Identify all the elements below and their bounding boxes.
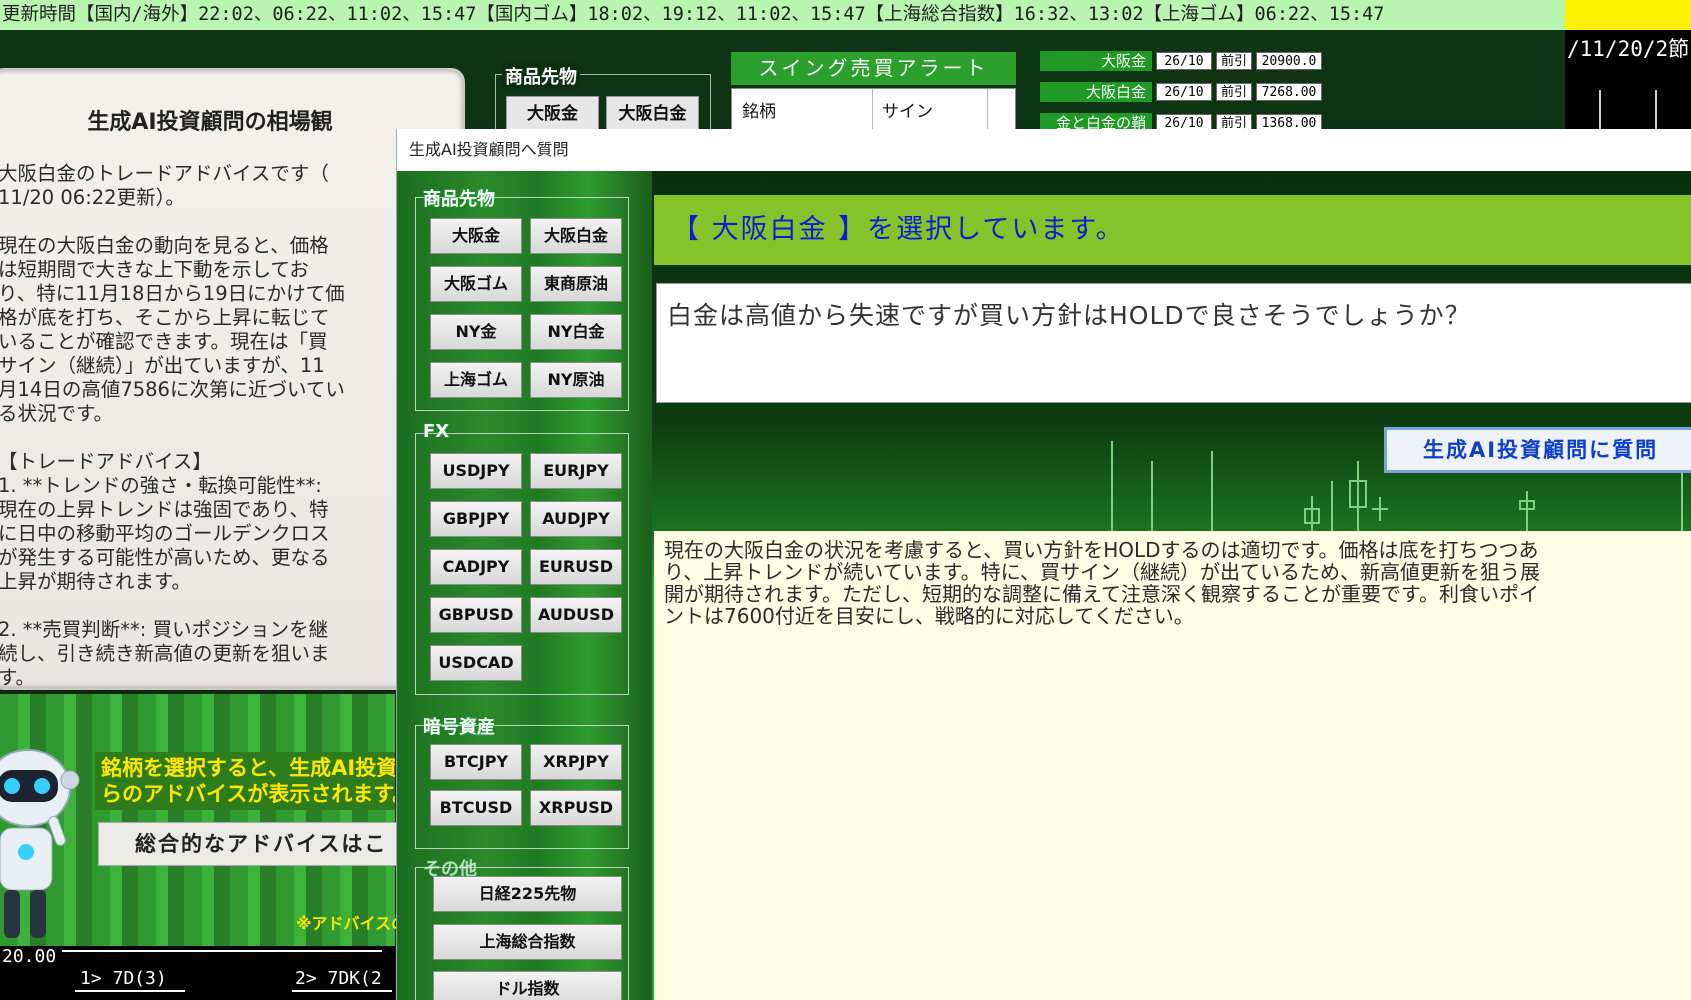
ask-ai-dialog: 生成AI投資顧問へ質問 商品先物 大阪金 大阪白金 大阪ゴム 東商原油 NY金 …: [396, 129, 1691, 1000]
button-audusd[interactable]: AUDUSD: [530, 597, 622, 633]
commodity-group-label: 商品先物: [423, 189, 495, 210]
selection-banner: 【 大阪白金 】を選択しています。: [654, 195, 1691, 265]
button-gbpjpy[interactable]: GBPJPY: [430, 501, 522, 537]
overall-advice-button[interactable]: 総合的なアドバイスはこ: [98, 822, 398, 866]
mini-chart-legend-1: 1> 7D(3): [80, 968, 167, 989]
ask-ai-button[interactable]: 生成AI投資顧問に質問: [1384, 427, 1691, 473]
background-button-osaka-platinum[interactable]: 大阪白金: [606, 96, 699, 130]
button-shanghai-composite[interactable]: 上海総合指数: [433, 924, 622, 960]
robot-mascot-icon: [0, 728, 85, 948]
instruction-message: 銘柄を選択すると、生成AI投資 らのアドバイスが表示されます。: [95, 752, 395, 810]
background-button-osaka-gold[interactable]: 大阪金: [506, 96, 599, 130]
swing-header-sign: サイン: [882, 102, 933, 122]
button-osaka-platinum[interactable]: 大阪白金: [530, 218, 622, 254]
crypto-group-label: 暗号資産: [423, 717, 495, 738]
top-right-indicator: [1565, 0, 1691, 30]
dialog-titlebar[interactable]: 生成AI投資顧問へ質問: [397, 129, 1691, 171]
button-nikkei225-futures[interactable]: 日経225先物: [433, 876, 622, 912]
quote-month: 26/10: [1156, 52, 1212, 70]
button-usdjpy[interactable]: USDJPY: [430, 453, 522, 489]
button-osaka-rubber[interactable]: 大阪ゴム: [430, 266, 522, 302]
button-tocom-crude[interactable]: 東商原油: [530, 266, 622, 302]
fx-group-label: FX: [423, 421, 450, 442]
quote-price: 20900.0: [1256, 52, 1322, 70]
button-btcusd[interactable]: BTCUSD: [430, 790, 522, 826]
advice-note: ※アドバイスの: [296, 914, 408, 933]
button-xrpjpy[interactable]: XRPJPY: [530, 744, 622, 780]
button-eurjpy[interactable]: EURJPY: [530, 453, 622, 489]
quote-month: 26/10: [1156, 83, 1212, 101]
date-strip-text: /11/20/2節: [1567, 37, 1690, 61]
button-ny-gold[interactable]: NY金: [430, 314, 522, 350]
button-dollar-index[interactable]: ドル指数: [433, 971, 622, 1000]
button-gbpusd[interactable]: GBPUSD: [430, 597, 522, 633]
swing-alert-title: スイング売買アラート: [731, 52, 1016, 85]
answer-area: 現在の大阪白金の状況を考慮すると、買い方針をHOLDするのは適切です。価格は底を…: [654, 531, 1691, 1000]
swing-alert-table: 銘柄 サイン: [731, 88, 1016, 131]
button-xrpusd[interactable]: XRPUSD: [530, 790, 622, 826]
update-time-ticker: 更新時間【国内/海外】22:02、06:22、11:02、15:47【国内ゴム】…: [0, 0, 1565, 30]
button-ny-crude[interactable]: NY原油: [530, 362, 622, 398]
button-btcjpy[interactable]: BTCJPY: [430, 744, 522, 780]
quote-name: 大阪白金: [1040, 82, 1152, 102]
mini-chart: 20.00 1> 7D(3) 2> 7DK(2: [0, 946, 395, 1000]
question-panel: 【 大阪白金 】を選択しています。 白金は高値から失速ですが買い方針はHOLDで…: [652, 171, 1691, 1000]
button-usdcad[interactable]: USDCAD: [430, 645, 522, 681]
mini-chart-value: 20.00: [2, 946, 57, 967]
mini-chart-legend-2: 2> 7DK(2: [295, 968, 382, 989]
button-cadjpy[interactable]: CADJPY: [430, 549, 522, 585]
advice-panel-body: 大阪白金のトレードアドバイスです（ 11/20 06:22更新）。 現在の大阪白…: [0, 162, 345, 689]
date-strip: /11/20/2節: [1565, 30, 1691, 130]
swing-header-symbol: 銘柄: [742, 102, 776, 122]
quote-price: 7268.00: [1256, 83, 1322, 101]
question-input[interactable]: 白金は高値から失速ですが買い方針はHOLDで良さそうでしょうか？: [656, 283, 1691, 403]
quote-type: 前引: [1216, 83, 1252, 101]
button-shanghai-rubber[interactable]: 上海ゴム: [430, 362, 522, 398]
button-audjpy[interactable]: AUDJPY: [530, 501, 622, 537]
button-osaka-gold[interactable]: 大阪金: [430, 218, 522, 254]
symbol-selector-panel: 商品先物 大阪金 大阪白金 大阪ゴム 東商原油 NY金 NY白金 上海ゴム NY…: [397, 171, 652, 1000]
button-eurusd[interactable]: EURUSD: [530, 549, 622, 585]
background-commodity-label: 商品先物: [502, 63, 580, 89]
button-ny-platinum[interactable]: NY白金: [530, 314, 622, 350]
answer-text: 現在の大阪白金の状況を考慮すると、買い方針をHOLDするのは適切です。価格は底を…: [664, 538, 1540, 628]
quote-type: 前引: [1216, 52, 1252, 70]
advice-panel-title: 生成AI投資顧問の相場観: [87, 110, 333, 135]
quote-name: 大阪金: [1040, 51, 1152, 71]
